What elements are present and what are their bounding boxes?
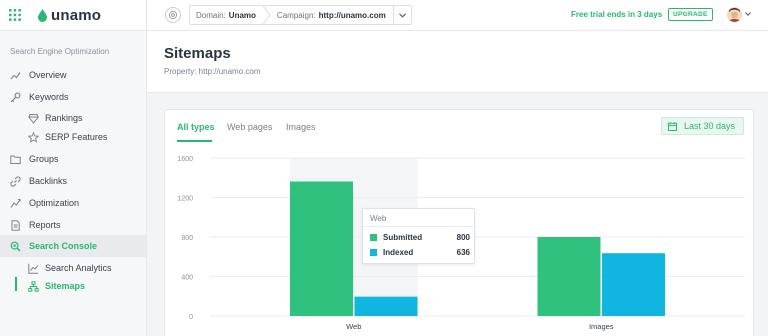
document-icon xyxy=(11,219,20,231)
project-selector[interactable]: Domain: Unamo Campaign: http://unamo.com xyxy=(189,5,412,25)
sidebar: Search Engine Optimization Overview Keyw… xyxy=(0,31,147,336)
x-tick-label: Web xyxy=(346,322,361,331)
sidebar-item-label: Keywords xyxy=(29,92,69,102)
sidebar-item-label: Rankings xyxy=(45,113,83,123)
tooltip-row-indexed: Indexed 636 xyxy=(370,246,470,258)
folder-icon xyxy=(10,155,21,164)
sidebar-item-label: Search Analytics xyxy=(45,263,112,273)
domain-selector[interactable]: Domain: Unamo xyxy=(190,6,263,24)
chart-tooltip: Web Submitted 800 Indexed 636 xyxy=(362,208,475,264)
sidebar-item-groups[interactable]: Groups xyxy=(0,148,146,170)
breadcrumb-arrow-icon xyxy=(262,6,271,24)
tooltip-label: Indexed xyxy=(383,247,414,257)
analytics-icon xyxy=(28,263,39,274)
sitemap-icon xyxy=(28,280,39,292)
sidebar-item-rankings[interactable]: Rankings xyxy=(0,109,146,127)
sidebar-item-label: Sitemaps xyxy=(45,281,86,291)
y-tick-label: 1600 xyxy=(177,156,193,163)
page-subtitle: Property: http://unamo.com xyxy=(164,67,261,76)
indexed-swatch xyxy=(370,248,377,256)
page-header: Sitemaps Property: http://unamo.com xyxy=(147,31,768,93)
sidebar-item-label: Reports xyxy=(29,220,61,230)
search-icon xyxy=(10,241,21,251)
bar-submitted-images xyxy=(537,237,601,316)
star-icon xyxy=(28,131,39,143)
y-tick-label: 400 xyxy=(181,275,193,282)
sidebar-item-keywords[interactable]: Keywords xyxy=(0,86,146,108)
chart-line-icon xyxy=(10,198,21,208)
sidebar-item-optimization[interactable]: Optimization xyxy=(0,192,146,214)
sidebar-heading: Search Engine Optimization xyxy=(10,47,110,56)
topbar-divider xyxy=(146,0,147,31)
y-tick-label: 1200 xyxy=(177,196,193,203)
sidebar-item-label: SERP Features xyxy=(45,132,108,142)
chevron-down-icon xyxy=(398,12,406,18)
x-tick-label: Images xyxy=(589,322,614,331)
bar-submitted-web xyxy=(290,181,353,316)
avatar-image xyxy=(727,7,742,22)
campaign-value: http://unamo.com xyxy=(318,10,386,20)
avatar[interactable] xyxy=(727,7,742,22)
diamond-icon xyxy=(28,113,39,124)
sidebar-item-serp-features[interactable]: SERP Features xyxy=(0,128,146,146)
tooltip-value: 800 xyxy=(456,232,470,242)
sidebar-item-label: Overview xyxy=(29,70,67,80)
sitemaps-card: All types Web pages Images Last 30 days … xyxy=(164,109,754,336)
avatar-chevron-down-icon[interactable] xyxy=(745,12,751,16)
y-tick-label: 800 xyxy=(181,235,193,242)
sidebar-item-sitemaps[interactable]: Sitemaps xyxy=(0,277,146,295)
sidebar-item-label: Groups xyxy=(29,154,59,164)
top-bar: unamo Domain: Unamo Campaign: http://una… xyxy=(0,0,768,31)
sidebar-item-search-analytics[interactable]: Search Analytics xyxy=(0,259,146,277)
page-title: Sitemaps xyxy=(164,45,231,62)
help-button[interactable] xyxy=(165,7,181,23)
tooltip-row-submitted: Submitted 800 xyxy=(370,231,470,243)
campaign-dropdown-button[interactable] xyxy=(392,6,411,24)
bar-indexed-web xyxy=(354,296,418,316)
trend-icon xyxy=(10,71,21,79)
bar-indexed-images xyxy=(602,253,665,316)
sidebar-item-label: Optimization xyxy=(29,198,80,208)
sidebar-item-overview[interactable]: Overview xyxy=(0,64,146,86)
submitted-swatch xyxy=(370,233,377,241)
logo-text: unamo xyxy=(51,7,102,24)
upgrade-button[interactable]: UPGRADE xyxy=(668,8,713,21)
domain-value: Unamo xyxy=(228,10,256,20)
link-icon xyxy=(10,175,21,187)
campaign-label: Campaign: xyxy=(276,10,316,20)
trial-notice: Free trial ends in 3 days xyxy=(571,10,663,19)
sidebar-item-reports[interactable]: Reports xyxy=(0,214,146,236)
logo-drop-icon xyxy=(38,9,47,22)
tooltip-title: Web xyxy=(370,214,387,223)
y-tick-label: 0 xyxy=(189,314,193,321)
key-icon xyxy=(10,92,21,102)
logo[interactable]: unamo xyxy=(38,7,101,24)
sidebar-item-backlinks[interactable]: Backlinks xyxy=(0,170,146,192)
sidebar-item-label: Search Console xyxy=(29,241,98,251)
campaign-selector[interactable]: Campaign: http://unamo.com xyxy=(271,6,393,24)
tooltip-label: Submitted xyxy=(383,232,423,242)
main-content: Sitemaps Property: http://unamo.com All … xyxy=(147,31,768,336)
tooltip-value: 636 xyxy=(456,247,470,257)
help-icon xyxy=(168,10,178,20)
apps-grid-icon[interactable] xyxy=(9,9,21,21)
sidebar-item-label: Backlinks xyxy=(29,176,68,186)
sidebar-item-search-console[interactable]: Search Console xyxy=(0,235,146,257)
domain-label: Domain: xyxy=(196,10,226,20)
